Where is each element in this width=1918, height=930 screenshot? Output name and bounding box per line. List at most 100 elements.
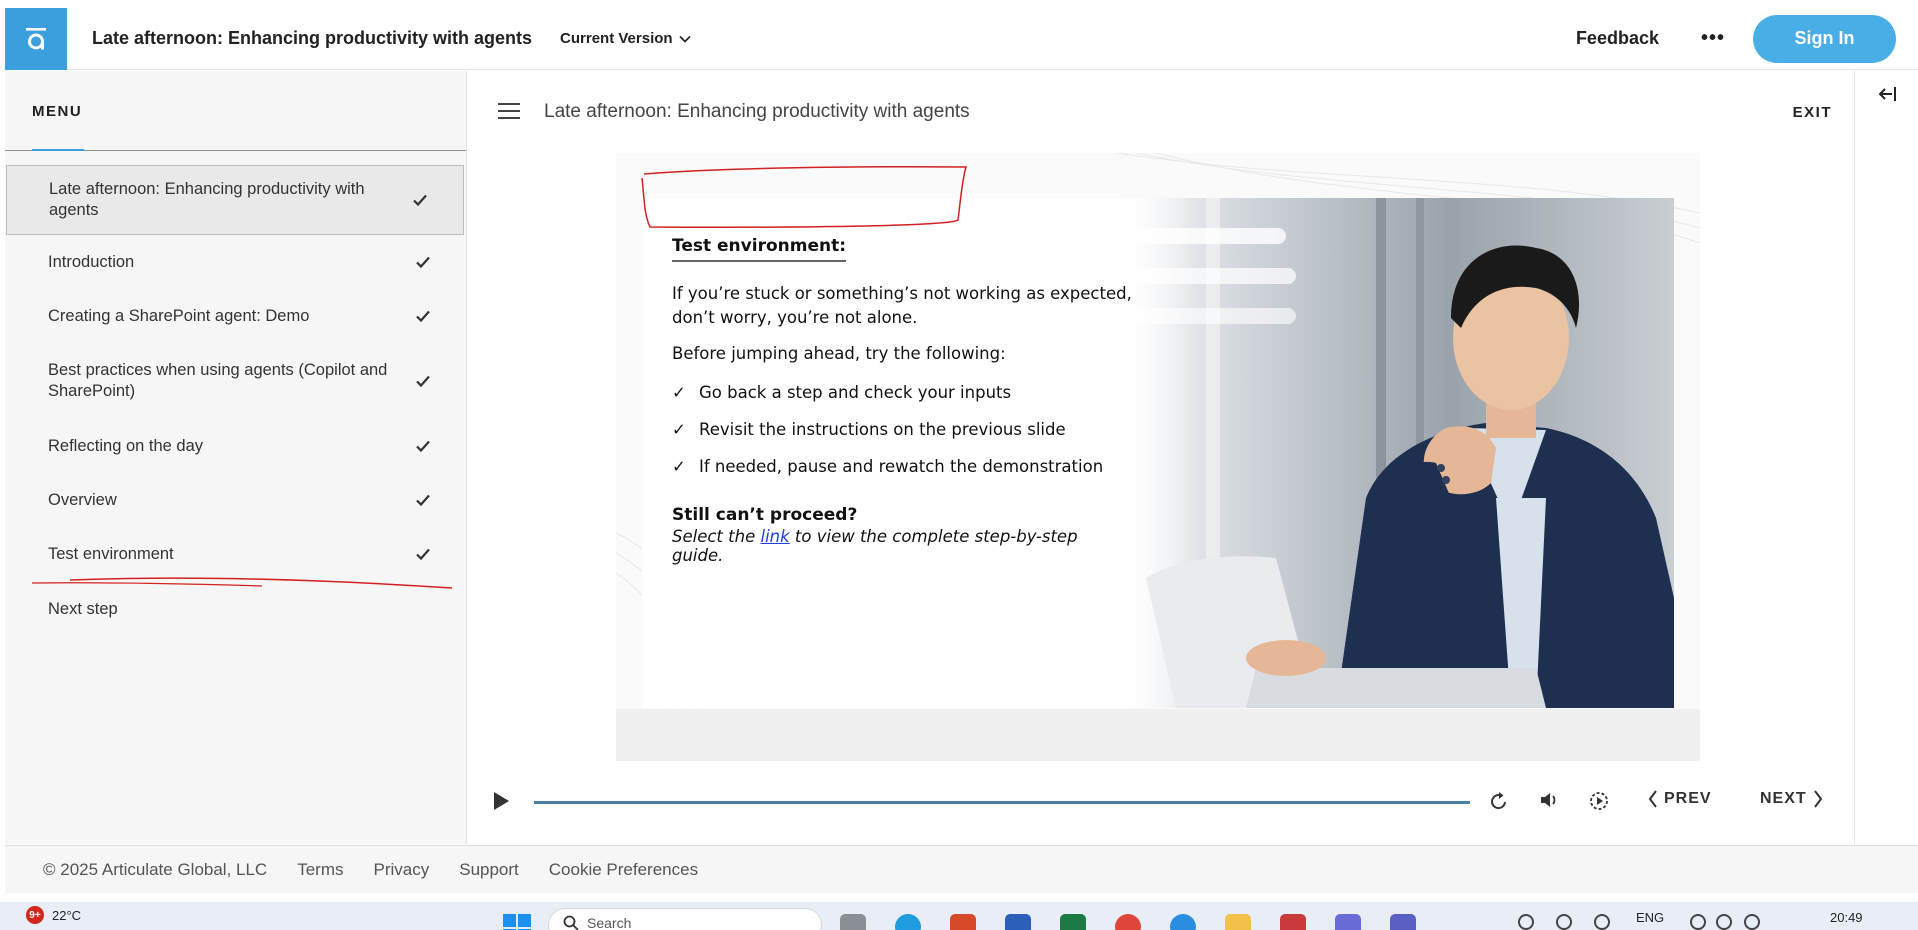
- checkmark-icon: [416, 256, 430, 269]
- top-bar: Late afternoon: Enhancing productivity w…: [5, 7, 1918, 70]
- menu-item-sharepoint-demo[interactable]: Creating a SharePoint agent: Demo: [5, 289, 466, 343]
- footer-link-terms[interactable]: Terms: [297, 860, 343, 880]
- teams-icon[interactable]: [1390, 914, 1416, 930]
- file-explorer-icon[interactable]: [1225, 914, 1251, 930]
- tip-text: If needed, pause and rewatch the demonst…: [699, 457, 1104, 476]
- menu-item-next-step[interactable]: Next step: [5, 581, 466, 637]
- still-cant-proceed: Still can’t proceed?: [672, 505, 858, 525]
- replay-icon[interactable]: [1489, 790, 1509, 812]
- articulate-logo[interactable]: [5, 7, 67, 70]
- copyright-text: © 2025 Articulate Global, LLC: [43, 859, 268, 879]
- menu-item-label: Reflecting on the day: [48, 436, 204, 455]
- menu-item-late-afternoon[interactable]: Late afternoon: Enhancing productivity w…: [6, 165, 464, 235]
- guide-link[interactable]: link: [760, 527, 789, 546]
- prev-button[interactable]: PREV: [1648, 790, 1712, 808]
- guide-sentence: Select the link to view the complete ste…: [672, 527, 1132, 565]
- tip-item: ✓ Revisit the instructions on the previou…: [672, 411, 1132, 448]
- checkmark-icon: [416, 440, 430, 453]
- volume-icon[interactable]: [1539, 790, 1561, 810]
- version-dropdown[interactable]: Current Version: [560, 30, 691, 47]
- playback-speed-icon[interactable]: [1588, 790, 1610, 812]
- sign-in-button[interactable]: Sign In: [1753, 14, 1896, 63]
- articulate-logo-icon: [26, 27, 46, 49]
- chrome-icon[interactable]: [1115, 914, 1141, 930]
- footer-link-support[interactable]: Support: [459, 860, 519, 880]
- next-label: NEXT: [1760, 790, 1807, 807]
- menu-header: MENU: [5, 71, 466, 151]
- exit-button[interactable]: EXIT: [1793, 104, 1832, 121]
- menu-item-label: Overview: [48, 490, 117, 509]
- tick-icon: ✓: [672, 383, 686, 402]
- hamburger-menu-icon[interactable]: [498, 103, 520, 119]
- excel-icon[interactable]: [1060, 914, 1086, 930]
- browser-icon[interactable]: [1170, 914, 1196, 930]
- menu-item-test-environment[interactable]: Test environment: [5, 527, 466, 581]
- snipping-tool-icon[interactable]: [1280, 914, 1306, 930]
- footer-link-cookie-preferences[interactable]: Cookie Preferences: [549, 860, 698, 880]
- copilot-icon[interactable]: [1335, 914, 1361, 930]
- lesson-title: Late afternoon: Enhancing productivity w…: [544, 101, 970, 122]
- collapse-panel-icon[interactable]: [1878, 86, 1898, 102]
- slide-canvas: Test environment: If you’re stuck or som…: [616, 153, 1700, 761]
- tray-onedrive-icon[interactable]: [1594, 914, 1610, 930]
- feedback-link[interactable]: Feedback: [1576, 28, 1659, 49]
- menu-item-label: Best practices when using agents (Copilo…: [48, 361, 388, 400]
- speaker-icon[interactable]: [1716, 914, 1732, 930]
- menu-item-label: Late afternoon: Enhancing productivity w…: [49, 180, 365, 219]
- tray-chevron-icon[interactable]: [1518, 914, 1534, 930]
- menu-item-introduction[interactable]: Introduction: [5, 235, 466, 289]
- language-indicator[interactable]: ENG: [1636, 910, 1664, 925]
- footer-link-privacy[interactable]: Privacy: [374, 860, 430, 880]
- more-options-button[interactable]: •••: [1701, 27, 1725, 50]
- checkmark-icon: [416, 494, 430, 507]
- menu-item-label: Introduction: [48, 252, 135, 271]
- notification-badge: 9+: [26, 906, 44, 924]
- menu-item-label: Test environment: [48, 544, 174, 563]
- menu-item-best-practices[interactable]: Best practices when using agents (Copilo…: [5, 343, 466, 419]
- temperature-text: 22°C: [52, 907, 82, 923]
- menu-item-reflecting[interactable]: Reflecting on the day: [5, 419, 466, 473]
- clock-time: 20:49: [1830, 910, 1863, 925]
- tick-icon: ✓: [672, 457, 686, 476]
- course-title: Late afternoon: Enhancing productivity w…: [92, 28, 533, 48]
- battery-icon[interactable]: [1744, 914, 1760, 930]
- chevron-down-icon: [678, 35, 691, 43]
- play-icon[interactable]: [492, 791, 510, 811]
- right-rail: [1854, 71, 1918, 844]
- man-with-laptop-illustration: [1116, 198, 1674, 708]
- guide-prefix: Select the: [672, 527, 761, 546]
- slide-panel: Test environment: If you’re stuck or som…: [642, 198, 1674, 708]
- search-placeholder: Search: [587, 915, 632, 930]
- player-controls: PREV NEXT: [468, 777, 1854, 823]
- powerpoint-icon[interactable]: [950, 914, 976, 930]
- tick-icon: ✓: [672, 420, 686, 439]
- slide-before: Before jumping ahead, try the following:: [672, 344, 1006, 363]
- progress-bar[interactable]: [534, 801, 1470, 804]
- checkmark-icon: [416, 375, 430, 388]
- taskbar-search[interactable]: Search: [548, 908, 822, 930]
- tip-text: Go back a step and check your inputs: [699, 383, 1012, 402]
- windows-start-icon[interactable]: [503, 914, 531, 930]
- menu-item-overview[interactable]: Overview: [5, 473, 466, 527]
- prev-label: PREV: [1664, 790, 1712, 807]
- version-label: Current Version: [560, 30, 673, 47]
- tips-list: ✓ Go back a step and check your inputs ✓ R…: [672, 374, 1132, 485]
- word-icon[interactable]: [1005, 914, 1031, 930]
- menu-item-label: Creating a SharePoint agent: Demo: [48, 306, 310, 325]
- next-button[interactable]: NEXT: [1760, 790, 1823, 808]
- tray-network-icon[interactable]: [1556, 914, 1572, 930]
- sidebar-menu: MENU Late afternoon: Enhancing productiv…: [5, 71, 467, 844]
- tip-text: Revisit the instructions on the previous…: [699, 420, 1066, 439]
- wifi-icon[interactable]: [1690, 914, 1706, 930]
- task-view-icon[interactable]: [840, 914, 866, 930]
- menu-title: MENU: [32, 103, 83, 120]
- slide-heading: Test environment:: [672, 236, 847, 262]
- menu-item-label: Next step: [48, 599, 118, 618]
- search-icon: [563, 915, 579, 930]
- windows-taskbar: 9+ 22°C Search ENG 20:49: [0, 902, 1918, 930]
- chevron-left-icon: [1648, 790, 1657, 808]
- weather-widget[interactable]: 9+ 22°C: [26, 906, 81, 924]
- edge-icon[interactable]: [895, 914, 921, 930]
- checkmark-icon: [413, 194, 427, 207]
- man-with-laptop-photo: [1116, 198, 1674, 708]
